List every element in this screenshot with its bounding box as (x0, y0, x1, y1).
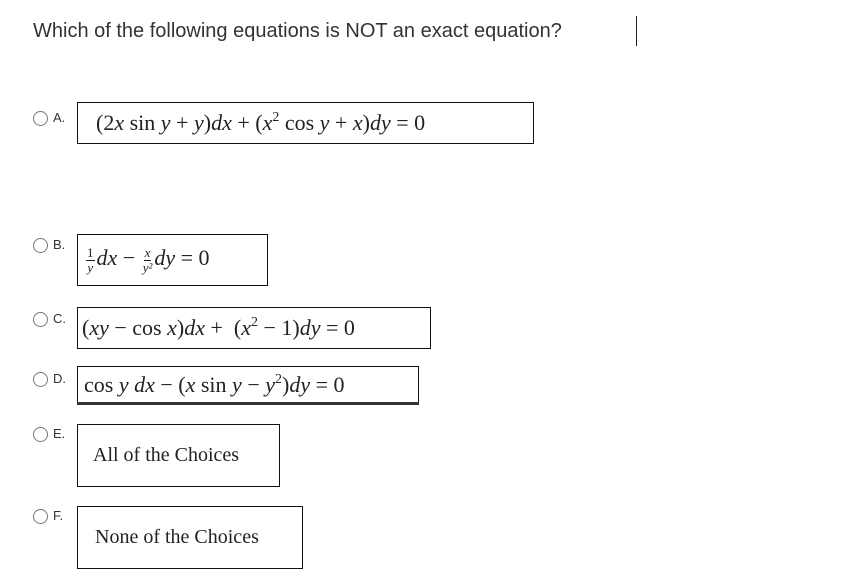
fraction-x-over-y-squared: x y² (142, 244, 153, 275)
option-c-equation: (xy − cos x)dx + (x2 − 1)dy = 0 (82, 315, 355, 340)
option-a-equation: (2x sin y + y)dx + (x2 cos y + x)dy = 0 (96, 110, 426, 135)
option-b-equation: 1 y dx − x y² dy = 0 (86, 244, 210, 275)
option-e[interactable]: E. (33, 426, 65, 442)
radio-button-e[interactable] (33, 427, 48, 442)
option-e-text: All of the Choices (93, 444, 240, 466)
radio-button-c[interactable] (33, 312, 48, 327)
option-d[interactable]: D. (33, 371, 66, 387)
radio-button-b[interactable] (33, 238, 48, 253)
option-e-letter: E. (53, 426, 66, 441)
option-d-equation-box[interactable]: cos y dx − (x sin y − y2)dy = 0 (77, 366, 419, 404)
option-c-letter: C. (53, 311, 66, 326)
fraction-1-over-y: 1y (86, 244, 95, 275)
option-f-text: None of the Choices (95, 526, 259, 548)
text-cursor (636, 16, 637, 46)
option-a-equation-box[interactable]: (2x sin y + y)dx + (x2 cos y + x)dy = 0 (77, 102, 534, 144)
option-b[interactable]: B. (33, 237, 65, 253)
option-f[interactable]: F. (33, 508, 63, 524)
option-c[interactable]: C. (33, 311, 66, 327)
option-b-equation-box[interactable]: 1 y dx − x y² dy = 0 (77, 234, 268, 286)
option-c-equation-box[interactable]: (xy − cos x)dx + (x2 − 1)dy = 0 (77, 307, 431, 349)
option-d-letter: D. (53, 371, 66, 386)
radio-button-f[interactable] (33, 509, 48, 524)
option-e-box[interactable]: All of the Choices (77, 424, 280, 487)
option-b-letter: B. (53, 237, 66, 252)
option-a[interactable]: A. (33, 110, 65, 126)
option-a-letter: A. (53, 110, 66, 125)
option-f-letter: F. (53, 508, 64, 523)
option-d-equation: cos y dx − (x sin y − y2)dy = 0 (84, 372, 345, 397)
question-text: Which of the following equations is NOT … (33, 20, 562, 42)
radio-button-d[interactable] (33, 372, 48, 387)
option-f-box[interactable]: None of the Choices (77, 506, 303, 569)
radio-button-a[interactable] (33, 111, 48, 126)
option-d-bottom-border (77, 402, 419, 405)
